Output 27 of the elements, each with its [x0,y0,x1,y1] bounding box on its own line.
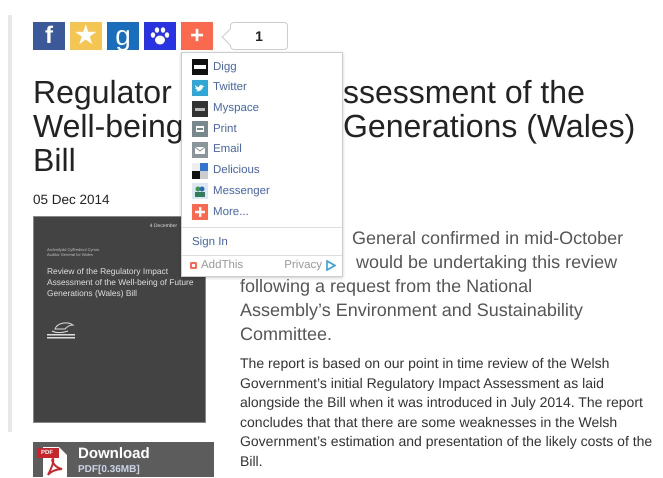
menu-item[interactable]: Twitter [182,78,342,98]
lead-text: following a request from the National [240,276,532,296]
date-text: 05 Dec 2014 [33,192,110,207]
body-paragraph: The report is based on our point in time review of the Welsh Government’s initial Regulatory Impact Assessment as laid alongside the Bill when it was introduced in July 2014. The report concludes that that there are some weaknesses in the Welsh Government’s estimation and presentation of the likely costs of the Bill. [240,354,654,471]
share-button[interactable]: + [181,22,213,50]
menu-item[interactable]: Digg [182,57,342,78]
share-button[interactable]: f [33,22,65,50]
title-text: Generations (Wales) [343,109,636,143]
lead-text: would be undertaking this review [356,252,618,272]
menu-item[interactable]: Myspace [182,98,342,120]
menu-item[interactable]: Print [182,119,342,140]
menu-item[interactable]: Delicious [182,160,342,182]
title-text: ssessment of the [343,75,585,109]
lead-text: Assembly’s Environment and Sustainability [240,300,583,320]
lead-text: General confirmed in mid-October [352,228,624,248]
brand-label: AddThis [201,258,244,273]
privacy-link[interactable]: Privacy [284,256,336,274]
lead-text: Committee. [240,324,332,344]
menu-item[interactable]: Messenger [182,181,342,202]
cover-title: Review of the Regulatory Impact Assessment of the Well-being of Future Generations (Wales) Bill [47,266,194,299]
menu-item[interactable]: Email [182,140,342,160]
title-text: Bill [33,142,76,178]
title-text: Regulator [33,74,172,110]
menu-item[interactable]: More... [182,202,342,222]
share-count: 1 [255,28,263,44]
share-button[interactable]: g [107,22,139,50]
sign-in-link[interactable]: Sign In [192,234,228,251]
